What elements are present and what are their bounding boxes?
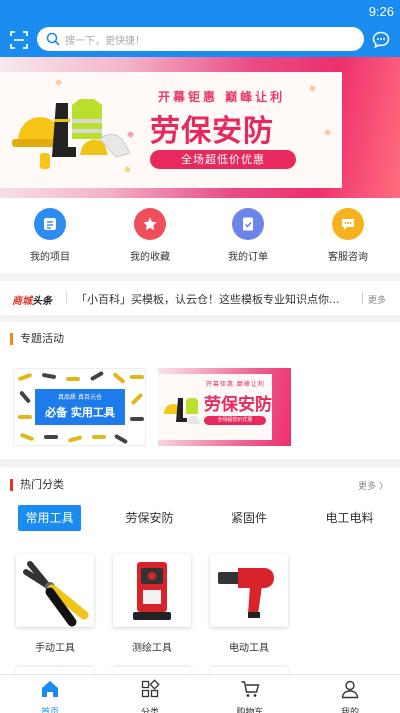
- tab-home[interactable]: 首页: [20, 679, 80, 713]
- safety-card-line1: 开幕钜惠 巅峰让利: [206, 381, 265, 388]
- tab-label: 我的: [340, 708, 359, 713]
- section-title: 专题活动: [10, 333, 64, 345]
- laser-level-icon: [133, 562, 171, 620]
- safety-promo-card[interactable]: 开幕钜惠 巅峰让利 劳保安防 全场超低价优惠: [158, 368, 291, 446]
- home-icon: [42, 681, 58, 697]
- safety-card-line2: 劳保安防: [204, 395, 272, 415]
- tools-promo-card[interactable]: 真品质 真百元仓 必备 实用工具: [13, 368, 146, 446]
- quick-link-label: 客服咨询: [328, 252, 368, 263]
- pliers-icon: [23, 561, 89, 627]
- hot-more-link[interactable]: 更多 〉: [358, 479, 388, 492]
- news-headline[interactable]: 「小百科」买模板，认云仓！这些模板专业知识点你...: [76, 291, 358, 307]
- star-icon: [134, 208, 166, 240]
- tab-labor-safety[interactable]: 劳保安防: [118, 505, 181, 531]
- safety-gear-image: [12, 99, 131, 169]
- product-name: 测绘工具: [132, 643, 172, 654]
- promo-banner[interactable]: 开幕钜惠 巅峰让利 劳保安防 全场超低价优惠: [0, 57, 400, 198]
- tab-label: 分类: [140, 708, 159, 713]
- hot-categories-section: 热门分类 更多 〉 常用工具 劳保安防 紧固件 电工电料 手动工具 测绘工具 电…: [0, 467, 400, 677]
- safety-gear-image: [164, 398, 200, 424]
- search-placeholder: 搜一下，更快捷！: [65, 36, 145, 47]
- product-power-tools[interactable]: 电动工具: [210, 554, 288, 654]
- product-name: 电动工具: [229, 643, 269, 654]
- tools-promo-tag: 真品质 真百元仓 必备 实用工具: [35, 389, 125, 425]
- status-bar: 9:26: [0, 0, 400, 24]
- message-icon[interactable]: [372, 31, 390, 49]
- quick-link-orders[interactable]: 我的订单: [213, 208, 283, 263]
- search-icon: [46, 32, 60, 46]
- product-name: 手动工具: [35, 643, 75, 654]
- news-more-link[interactable]: 更多: [368, 293, 386, 306]
- order-check-icon: [232, 208, 264, 240]
- safety-card-line3: 全场超低价优惠: [204, 416, 266, 425]
- bottom-tab-bar: 首页 分类 购物车 我的: [0, 674, 400, 713]
- quick-link-favorites[interactable]: 我的收藏: [115, 208, 185, 263]
- tab-common-tools[interactable]: 常用工具: [18, 505, 81, 531]
- tab-cart[interactable]: 购物车: [220, 679, 280, 713]
- quick-link-label: 我的项目: [30, 252, 70, 263]
- category-grid-icon: [141, 679, 160, 698]
- section-title: 热门分类: [10, 479, 64, 491]
- tab-profile[interactable]: 我的: [320, 679, 380, 713]
- tab-fasteners[interactable]: 紧固件: [223, 505, 275, 531]
- top-bar: 搜一下，更快捷！: [0, 24, 400, 57]
- banner-headline: 劳保安防: [150, 114, 274, 149]
- chat-bubble-icon: [332, 208, 364, 240]
- quick-link-label: 我的订单: [228, 252, 268, 263]
- quick-link-my-projects[interactable]: 我的项目: [15, 208, 85, 263]
- quick-link-label: 我的收藏: [130, 252, 170, 263]
- scan-icon[interactable]: [9, 30, 29, 50]
- user-icon: [341, 680, 359, 699]
- banner-headline-small: 开幕钜惠 巅峰让利: [158, 90, 286, 104]
- search-bar[interactable]: 搜一下，更快捷！: [37, 27, 364, 51]
- news-logo: 商城头条: [12, 296, 52, 307]
- tab-label: 购物车: [236, 708, 264, 713]
- quick-links: 我的项目 我的收藏 我的订单 客服咨询: [0, 198, 400, 273]
- banner-badge: 全场超低价优惠: [150, 150, 296, 169]
- status-time: 9:26: [368, 4, 394, 19]
- topic-section: 专题活动 真品质 真百元仓 必备 实用工具 开幕钜惠 巅峰让利 劳保安防 全场超…: [0, 322, 400, 459]
- product-hand-tools[interactable]: 手动工具: [16, 554, 94, 654]
- product-surveying-tools[interactable]: 测绘工具: [113, 554, 191, 654]
- quick-link-customer-service[interactable]: 客服咨询: [313, 208, 383, 263]
- tab-electrical[interactable]: 电工电料: [318, 505, 381, 531]
- heat-gun-icon: [218, 568, 274, 618]
- document-list-icon: [34, 208, 66, 240]
- tab-label: 首页: [40, 708, 59, 713]
- cart-icon: [241, 681, 260, 697]
- tab-category[interactable]: 分类: [120, 679, 180, 713]
- news-ticker[interactable]: 商城头条 「小百科」买模板，认云仓！这些模板专业知识点你... 更多: [0, 281, 400, 315]
